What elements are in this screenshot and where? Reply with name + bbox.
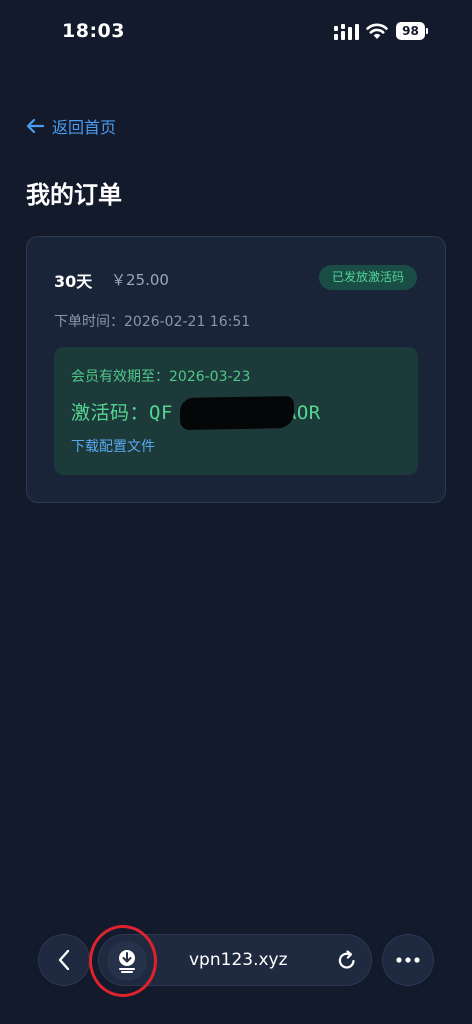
status-bar: 18:03 98	[0, 0, 472, 60]
activation-code-label: 激活码：	[71, 402, 150, 424]
activation-code-start: QF	[149, 402, 173, 424]
activation-code-box: 会员有效期至：2026-03-23 激活码：QF AOR 下载配置文件	[54, 347, 418, 475]
redaction-scribble	[179, 396, 295, 430]
back-arrow-icon	[26, 118, 44, 134]
battery-level: 98	[402, 24, 419, 38]
plan-price: ￥25.00	[111, 271, 169, 289]
address-bar[interactable]: vpn123.xyz	[98, 934, 372, 986]
downloads-button[interactable]	[107, 941, 147, 981]
reload-icon[interactable]	[336, 949, 358, 971]
plan-name: 30天	[54, 272, 93, 291]
signal-icon	[334, 24, 359, 40]
wifi-icon	[366, 23, 388, 39]
more-options-button[interactable]	[382, 934, 434, 986]
status-badge: 已发放激活码	[318, 265, 417, 290]
order-time: 下单时间：2026-02-21 16:51	[54, 314, 251, 330]
download-config-link[interactable]: 下载配置文件	[71, 436, 155, 456]
more-icon	[396, 957, 420, 963]
browser-bottom-bar: vpn123.xyz	[0, 920, 472, 1000]
download-icon	[119, 950, 135, 973]
chevron-left-icon	[58, 949, 70, 971]
status-time: 18:03	[62, 20, 125, 42]
membership-expiry: 会员有效期至：2026-03-23	[71, 369, 251, 385]
back-home-label: 返回首页	[52, 118, 117, 137]
back-home-link[interactable]: 返回首页	[26, 114, 116, 138]
battery-icon: 98	[396, 22, 428, 40]
browser-back-button[interactable]	[38, 934, 90, 986]
order-card: 30天 ￥25.00 已发放激活码 下单时间：2026-02-21 16:51 …	[26, 236, 446, 503]
url-text: vpn123.xyz	[189, 950, 288, 970]
page-title: 我的订单	[26, 181, 122, 209]
